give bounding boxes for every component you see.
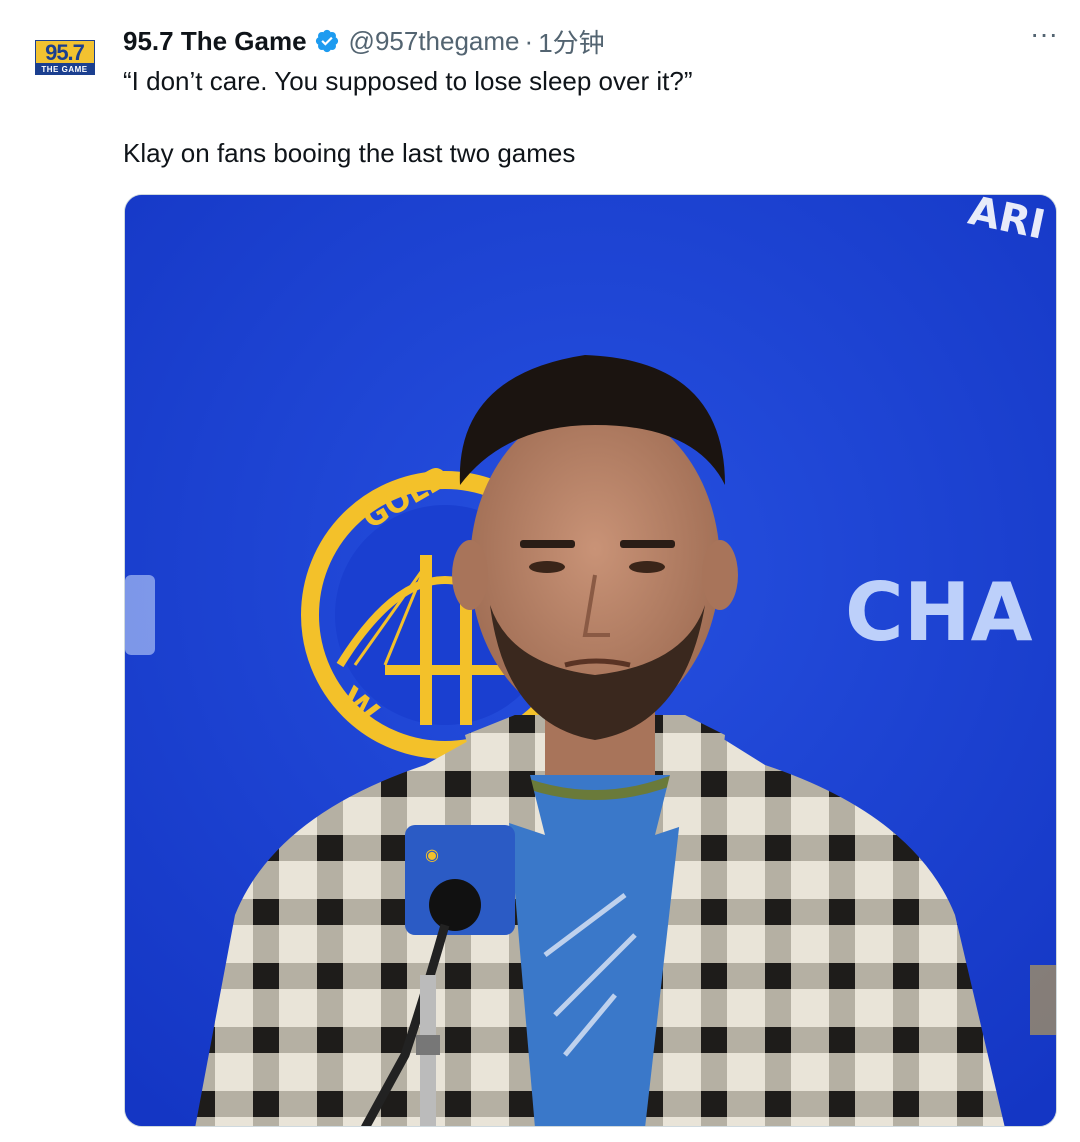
user-handle[interactable]: @957thegame	[349, 26, 520, 57]
tweet-media-image[interactable]: ARI CHA GOLD W ◉	[124, 194, 1057, 1127]
right-partial-letters	[1030, 965, 1056, 1035]
press-conference-photo: ARI CHA GOLD W ◉	[125, 195, 1056, 1126]
backdrop-text-right: CHA	[845, 566, 1033, 659]
tweet-header: 95.7 The Game @957thegame · 1分钟	[123, 24, 605, 58]
tweet-caption-text: Klay on fans booing the last two games	[123, 138, 576, 168]
display-name[interactable]: 95.7 The Game	[123, 26, 307, 57]
tweet-card: 95.7 THE GAME 95.7 The Game @957thegame …	[0, 0, 1080, 1142]
separator-dot: ·	[524, 25, 534, 56]
tweet-quote-text: “I don’t care. You supposed to lose slee…	[123, 66, 693, 96]
left-partial-logo	[125, 575, 155, 655]
avatar-logo-station: THE GAME	[34, 64, 95, 75]
verified-badge-icon	[314, 28, 340, 54]
timestamp[interactable]: 1分钟	[538, 23, 604, 60]
avatar-logo-frequency: 95.7	[34, 40, 95, 65]
avatar[interactable]: 95.7 THE GAME	[33, 40, 96, 76]
svg-text:◉: ◉	[425, 845, 439, 864]
more-options-icon[interactable]: ···	[1024, 20, 1064, 52]
